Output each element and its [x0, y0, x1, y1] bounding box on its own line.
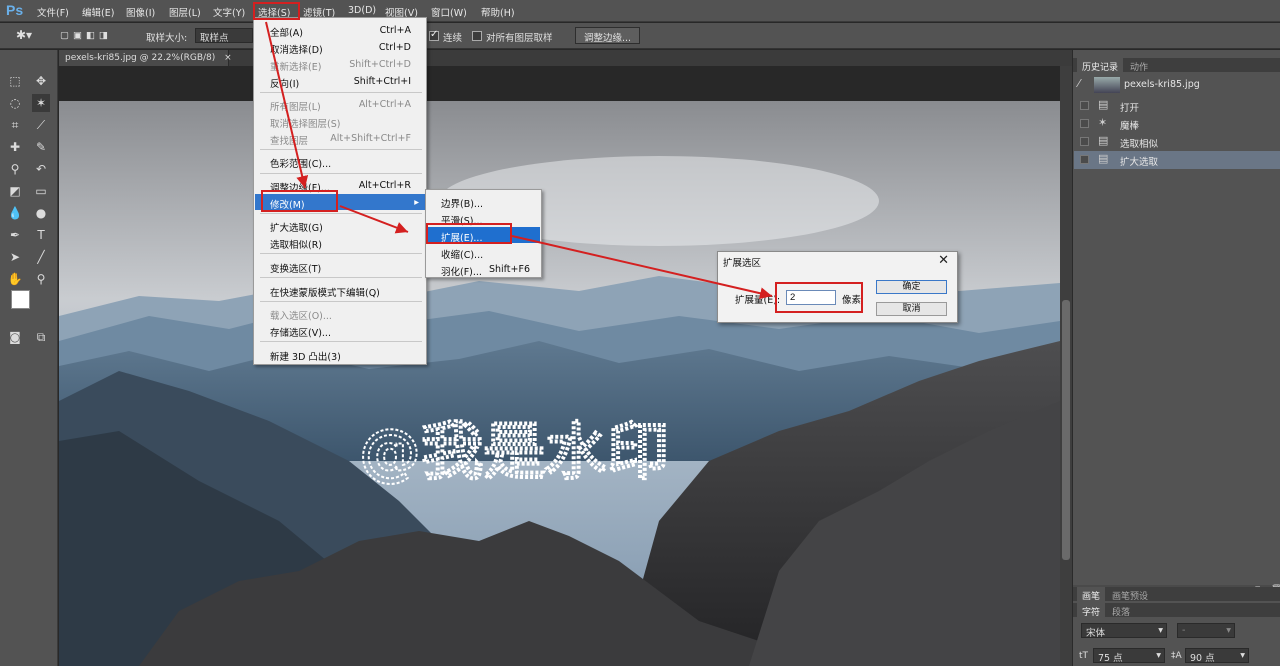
annotation-arrow — [339, 205, 409, 234]
annotation-arrow — [265, 21, 309, 189]
annotation-arrows — [265, 21, 773, 300]
annotation-arrow — [511, 235, 773, 300]
